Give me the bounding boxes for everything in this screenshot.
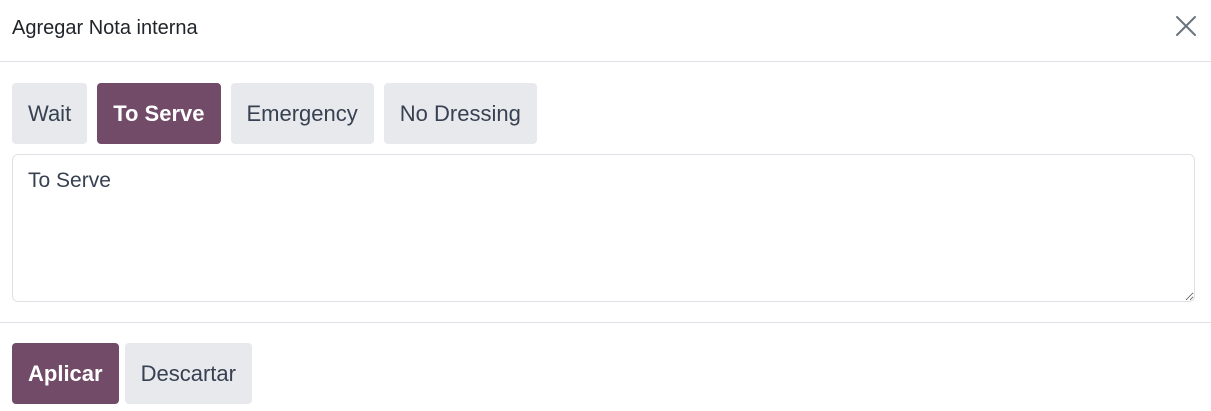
note-textarea[interactable]: To Serve [12,154,1195,302]
close-button[interactable] [1172,12,1200,40]
preset-emergency-button[interactable]: Emergency [230,83,374,144]
preset-to-serve-button[interactable]: To Serve [97,83,221,144]
footer-buttons: Aplicar Descartar [12,343,252,404]
preset-no-dressing-button[interactable]: No Dressing [383,83,537,144]
dialog-header: Agregar Nota interna [0,0,1211,62]
apply-button[interactable]: Aplicar [12,343,119,404]
close-icon [1176,16,1196,36]
discard-button[interactable]: Descartar [124,343,252,404]
dialog-title: Agregar Nota interna [12,17,198,39]
dialog-footer: Aplicar Descartar [0,322,1211,411]
note-presets: Wait To Serve Emergency No Dressing [12,83,537,144]
add-internal-note-dialog: Agregar Nota interna Wait To Serve Emerg… [0,0,1211,411]
dialog-body: Wait To Serve Emergency No Dressing To S… [0,63,1211,322]
preset-wait-button[interactable]: Wait [12,83,88,144]
